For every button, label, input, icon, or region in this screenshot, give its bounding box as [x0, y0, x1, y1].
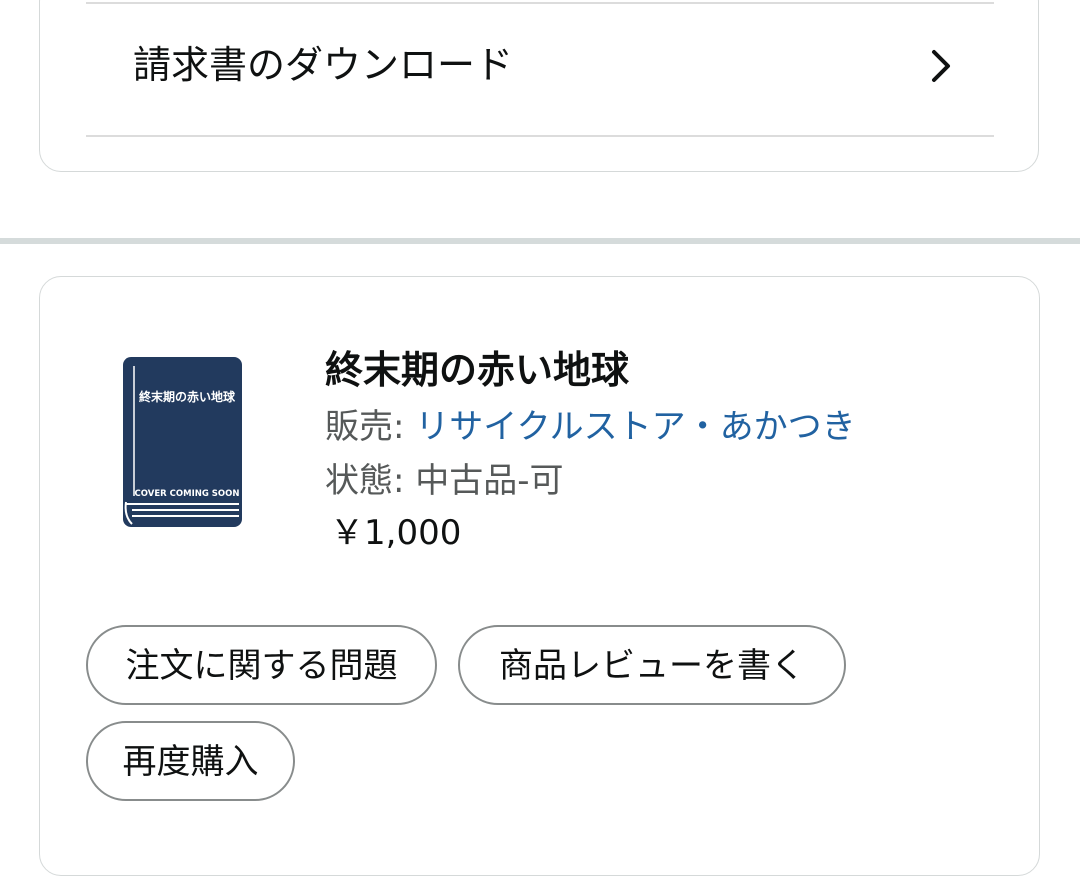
download-invoice-label: 請求書のダウンロード — [133, 43, 514, 87]
row-divider-bottom — [86, 135, 994, 137]
condition-line: 状態: 中古品-可 — [325, 458, 564, 504]
book-cover-caption: COVER COMING SOON — [135, 489, 240, 499]
download-invoice-row[interactable]: 請求書のダウンロード — [86, 4, 994, 136]
book-cover-title: 終末期の赤い地球 — [139, 389, 236, 404]
seller-link[interactable]: リサイクルストア・あかつき — [415, 407, 855, 447]
buy-again-button[interactable]: 再度購入 — [86, 721, 295, 801]
condition-label: 状態: — [325, 461, 416, 501]
product-title[interactable]: 終末期の赤い地球 — [325, 344, 629, 396]
seller-label: 販売: — [325, 407, 416, 447]
seller-line: 販売: リサイクルストア・あかつき — [325, 404, 856, 450]
book-cover-body — [123, 357, 242, 527]
section-divider — [0, 238, 1080, 244]
order-problem-button[interactable]: 注文に関する問題 — [86, 625, 437, 705]
book-cover-image[interactable]: 終末期の赤い地球 COVER COMING SOON — [122, 356, 243, 528]
product-price: ￥1,000 — [330, 513, 462, 553]
write-review-button[interactable]: 商品レビューを書く — [458, 625, 846, 705]
condition-value: 中古品-可 — [415, 461, 564, 501]
chevron-right-icon — [932, 50, 950, 82]
